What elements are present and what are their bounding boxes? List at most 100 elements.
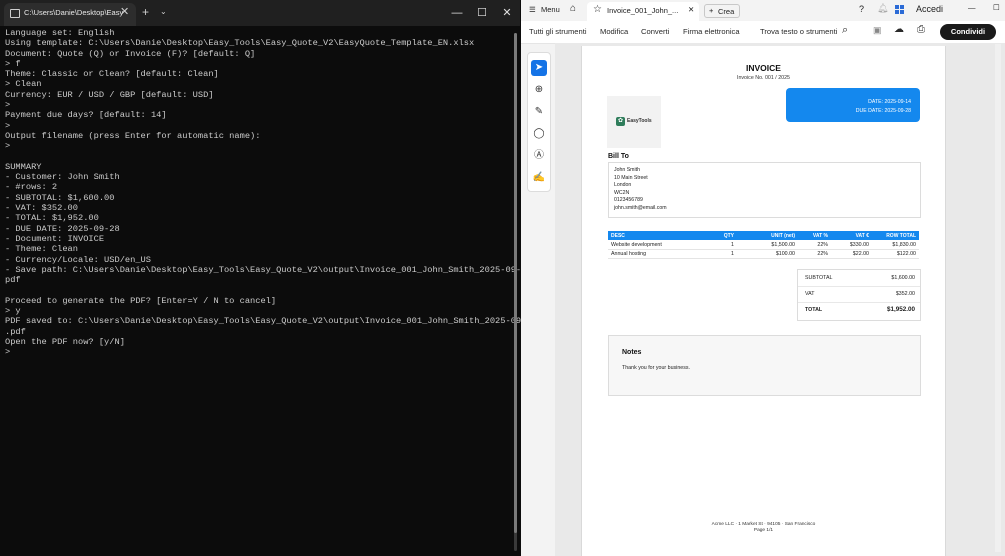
invoice-number: Invoice No. 001 / 2025 xyxy=(736,75,790,81)
terminal-line: > Clean xyxy=(5,79,42,90)
table-row: Annual hosting 1 $100.00 22% $22.00 $122… xyxy=(608,250,919,259)
document-tab[interactable]: ☆ Invoice_001_John_... ✕ xyxy=(587,2,699,21)
cell-desc: Annual hosting xyxy=(611,251,647,257)
terminal-line: Payment due days? [default: 14] xyxy=(5,110,167,121)
minimize-icon[interactable]: — xyxy=(968,3,976,12)
terminal-line: Document: Quote (Q) or Invoice (F)? [def… xyxy=(5,48,256,59)
text-box-icon[interactable]: Ⓐ xyxy=(531,148,547,164)
help-icon[interactable]: ? xyxy=(859,4,864,14)
close-tab-icon[interactable]: ✕ xyxy=(120,5,129,18)
col-row-total: ROW TOTAL xyxy=(886,233,916,239)
upload-cloud-icon[interactable]: ☁ xyxy=(894,24,904,35)
terminal-line: Open the PDF now? [y/N] xyxy=(5,336,125,347)
bell-icon[interactable]: 🔔︎ xyxy=(877,3,888,14)
terminal-line: > xyxy=(5,141,11,152)
tool-convert[interactable]: Converti xyxy=(641,27,669,36)
terminal-line: > xyxy=(5,120,11,131)
cell-row-total: $122.00 xyxy=(896,251,916,257)
bill-to-line: john.smith@email.com xyxy=(614,204,667,211)
subtotal-value: $1,600.00 xyxy=(891,275,915,281)
new-tab-button[interactable]: + xyxy=(142,5,149,19)
select-cursor-icon[interactable]: ➤ xyxy=(531,60,547,76)
terminal-output[interactable]: Language set: English Using template: C:\… xyxy=(5,28,537,358)
star-icon[interactable]: ☆ xyxy=(593,4,602,15)
terminal-line: Using template: C:\Users\Danie\Desktop\E… xyxy=(5,38,475,49)
notes-box: Notes Thank you for your business. xyxy=(608,335,921,396)
menu-button[interactable]: Menu xyxy=(541,5,560,14)
cell-unit: $100.00 xyxy=(775,251,795,257)
col-unit: UNIT (net) xyxy=(771,233,795,239)
zoom-icon[interactable]: ⊕ xyxy=(531,82,547,98)
table-row: Website development 1 $1,500.00 22% $330… xyxy=(608,241,919,250)
terminal-tab[interactable]: C:\Users\Danie\Desktop\Easy ✕ xyxy=(4,3,136,26)
close-tab-icon[interactable]: ✕ xyxy=(688,5,694,14)
minimize-icon[interactable]: — xyxy=(444,3,470,23)
cell-qty: 1 xyxy=(731,242,734,248)
tool-all-tools[interactable]: Tutti gli strumenti xyxy=(529,27,587,36)
page-footer-number: Page 1/1 xyxy=(753,528,774,533)
col-vat-amount: VAT € xyxy=(855,233,869,239)
cell-vat-pct: 22% xyxy=(817,242,828,248)
invoice-date: DATE: 2025-09-14 xyxy=(868,99,911,105)
terminal-line: > f xyxy=(5,58,21,69)
terminal-line: Currency: EUR / USD / GBP [default: USD] xyxy=(5,89,214,100)
page-footer-address: Acme LLC · 1 Market St · 94105 · San Fra… xyxy=(711,522,816,527)
document-tab-title: Invoice_001_John_... xyxy=(607,6,679,15)
maximize-icon[interactable]: ☐ xyxy=(469,3,495,23)
bill-to-box: John Smith 10 Main Street London WC2N 01… xyxy=(608,162,921,218)
subtotal-row: SUBTOTAL $1,600.00 xyxy=(798,270,920,287)
terminal-line: PDF saved to: C:\Users\Danie\Desktop\Eas… xyxy=(5,316,537,327)
search-icon[interactable]: ⌕ xyxy=(842,24,848,37)
plus-icon: + xyxy=(709,6,714,15)
bill-to-line: London xyxy=(614,182,632,188)
cell-row-total: $1,830.00 xyxy=(892,242,916,248)
share-button[interactable]: Condividi xyxy=(940,24,996,40)
company-logo: ✿ EasyTools xyxy=(607,96,661,148)
terminal-scrollbar-thumb[interactable] xyxy=(514,33,517,533)
terminal-line: - SUBTOTAL: $1,600.00 xyxy=(5,192,115,203)
create-button[interactable]: + Crea xyxy=(704,4,740,18)
terminal-line: - VAT: $352.00 xyxy=(5,203,78,214)
tool-e-sign[interactable]: Firma elettronica xyxy=(683,27,740,36)
date-panel: DATE: 2025-09-14 DUE DATE: 2025-09-28 xyxy=(786,88,920,122)
subtotal-label: SUBTOTAL xyxy=(805,275,833,281)
bill-to-label: Bill To xyxy=(608,153,629,160)
comment-pen-icon[interactable]: ✎ xyxy=(531,104,547,120)
terminal-line: - Currency/Locale: USD/en_US xyxy=(5,254,151,265)
notes-title: Notes xyxy=(622,349,642,356)
lasso-icon[interactable]: ◯ xyxy=(531,126,547,142)
cell-qty: 1 xyxy=(731,251,734,257)
vat-row: VAT $352.00 xyxy=(798,286,920,303)
sign-icon[interactable]: ✍ xyxy=(531,170,547,186)
due-date: DUE DATE: 2025-09-28 xyxy=(855,108,911,114)
bill-to-line: 0123456789 xyxy=(614,197,643,203)
pdf-page[interactable]: INVOICE Invoice No. 001 / 2025 ✿ EasyToo… xyxy=(581,46,946,556)
chevron-down-icon[interactable]: ⌄ xyxy=(160,7,167,16)
viewer-title-bar: ☰ Menu ⌂ ☆ Invoice_001_John_... ✕ + Crea… xyxy=(521,0,1005,22)
hamburger-icon[interactable]: ☰ xyxy=(529,5,536,14)
terminal-line: pdf xyxy=(5,275,21,286)
totals-box: SUBTOTAL $1,600.00 VAT $352.00 TOTAL $1,… xyxy=(797,269,921,321)
maximize-icon[interactable]: ☐ xyxy=(993,3,1000,12)
home-icon[interactable]: ⌂ xyxy=(570,3,576,14)
close-window-icon[interactable]: ✕ xyxy=(494,3,520,23)
terminal-line: .pdf xyxy=(5,326,26,337)
terminal-tab-title: C:\Users\Danie\Desktop\Easy xyxy=(24,8,124,17)
print-icon[interactable]: ⎙ xyxy=(917,24,925,35)
create-label: Crea xyxy=(718,7,735,16)
total-value: $1,952.00 xyxy=(886,306,915,313)
tool-edit[interactable]: Modifica xyxy=(600,27,628,36)
save-icon[interactable]: ▣ xyxy=(873,25,882,36)
sign-in-button[interactable]: Accedi xyxy=(916,4,943,14)
terminal-line: Output filename (press Enter for automat… xyxy=(5,130,261,141)
terminal-line: - #rows: 2 xyxy=(5,182,58,193)
terminal-line: - Save path: C:\Users\Danie\Desktop\Easy… xyxy=(5,264,537,275)
search-tools-input[interactable]: Trova testo o strumenti xyxy=(760,27,837,36)
terminal-line: - Customer: John Smith xyxy=(5,172,120,183)
apps-grid-icon[interactable] xyxy=(895,5,904,14)
terminal-tab-bar: C:\Users\Danie\Desktop\Easy ✕ + ⌄ — ☐ ✕ xyxy=(0,0,520,26)
col-vat-pct: VAT % xyxy=(812,233,828,239)
document-scrollbar[interactable] xyxy=(995,44,1001,552)
terminal-window: C:\Users\Danie\Desktop\Easy ✕ + ⌄ — ☐ ✕ … xyxy=(0,0,537,556)
